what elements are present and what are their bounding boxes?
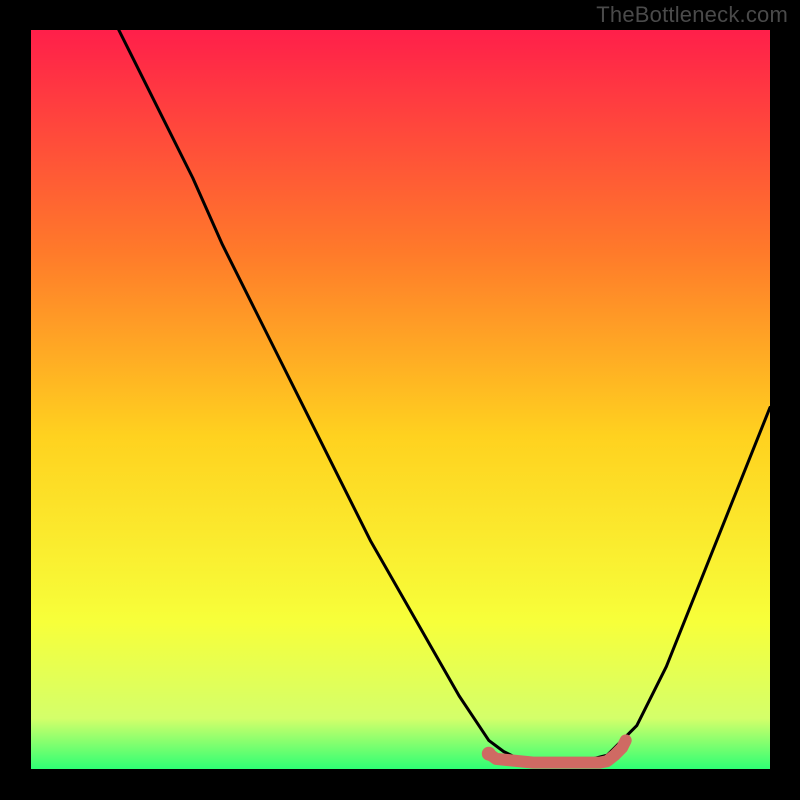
watermark-text: TheBottleneck.com <box>596 2 788 28</box>
marker-dot <box>482 747 496 761</box>
chart-frame: TheBottleneck.com <box>0 0 800 800</box>
chart-svg <box>30 30 770 770</box>
gradient-rect <box>30 30 770 770</box>
plot-area <box>30 30 770 770</box>
